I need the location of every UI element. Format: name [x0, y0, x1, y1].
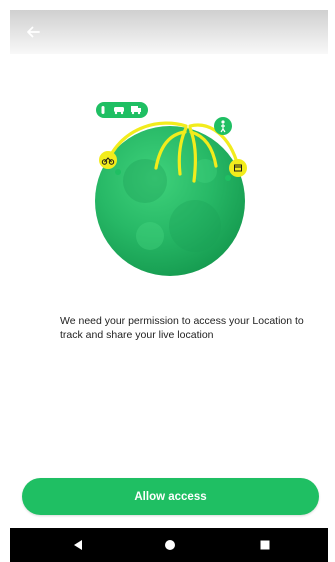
- system-navigation-bar: [10, 528, 328, 562]
- globe-illustration: [95, 102, 247, 276]
- globe: [95, 126, 245, 276]
- location-illustration: [90, 96, 260, 276]
- vehicle-badge: [96, 102, 148, 118]
- nav-back-icon: [74, 540, 82, 550]
- permission-message: We need your permission to access your L…: [60, 315, 304, 341]
- bicycle-icon: [101, 106, 105, 114]
- walker-badge: [214, 117, 232, 135]
- arrow-left-icon: [27, 26, 40, 38]
- nav-home-icon: [165, 540, 175, 550]
- nav-recents-icon: [260, 540, 270, 550]
- location-permission-screen: We need your permission to access your L…: [0, 0, 335, 562]
- back-button[interactable]: [22, 21, 44, 43]
- nav-back-button[interactable]: [70, 537, 86, 553]
- top-bar: [10, 10, 328, 54]
- nav-home-button[interactable]: [162, 537, 178, 553]
- allow-access-button[interactable]: Allow access: [22, 478, 319, 515]
- nav-recents-button[interactable]: [257, 537, 273, 553]
